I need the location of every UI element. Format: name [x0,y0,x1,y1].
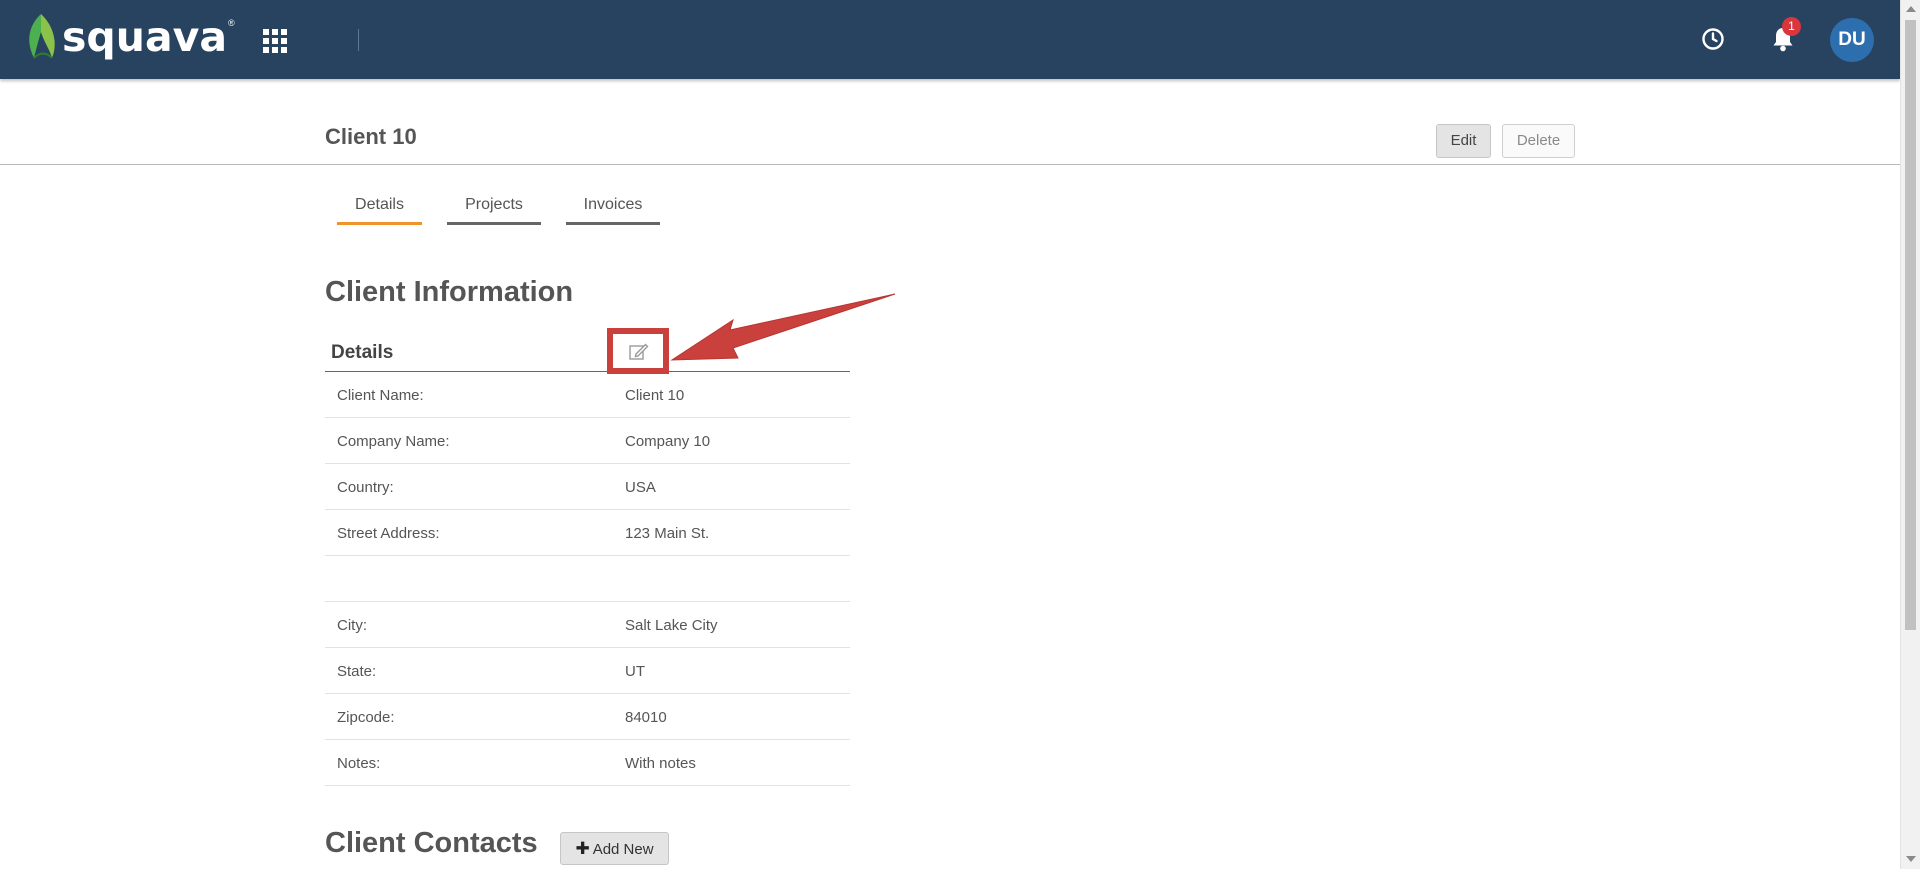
row-label: Client Name: [337,387,424,404]
annotation-arrow-icon [670,293,896,361]
page-title: Client 10 [325,124,417,149]
details-subheading: Details [331,342,394,363]
leaf-logo-icon [29,14,55,59]
row-value: UT [625,663,645,680]
header-divider [0,164,1900,165]
annotation-highlight-box [607,328,669,374]
row-value: Salt Lake City [625,617,718,634]
row-label: Country: [337,479,394,496]
table-row: Client Name: Client 10 [325,372,850,418]
row-label: City: [337,617,367,634]
add-new-label: Add New [592,841,654,858]
table-row [325,556,850,602]
row-label: Zipcode: [337,709,395,726]
row-value: With notes [625,755,696,772]
user-avatar[interactable]: DU [1830,18,1874,62]
add-new-button[interactable]: ✚ Add New [560,832,669,865]
clock-icon[interactable] [1701,27,1725,56]
table-row: Country: USA [325,464,850,510]
row-value: Company 10 [625,433,711,450]
scroll-up-arrow[interactable] [1906,6,1916,12]
row-value: USA [625,479,656,496]
tab-projects[interactable]: Projects [447,196,541,225]
table-row: Company Name: Company 10 [325,418,850,464]
client-details-table: Client Name: Client 10 Company Name: Com… [325,372,850,786]
row-label: Company Name: [337,433,450,450]
plus-icon: ✚ [575,839,590,858]
top-navigation-bar: squava ® 1 DU [0,0,1900,79]
delete-button[interactable]: Delete [1502,124,1575,158]
row-label: Notes: [337,755,381,772]
table-row: Zipcode: 84010 [325,694,850,740]
row-value: Client 10 [625,387,685,404]
edit-button[interactable]: Edit [1436,124,1491,158]
notification-badge: 1 [1782,17,1801,36]
row-value: 123 Main St. [625,525,710,542]
client-contacts-heading: Client Contacts [325,827,538,859]
logo-text: squava [62,13,228,61]
row-label: Street Address: [337,525,440,542]
table-row: City: Salt Lake City [325,602,850,648]
vertical-scrollbar[interactable] [1900,0,1920,869]
tab-details[interactable]: Details [337,196,422,225]
client-information-heading: Client Information [325,276,574,308]
table-row: Street Address: 123 Main St. [325,510,850,556]
registered-mark: ® [228,18,235,28]
row-value: 84010 [625,709,667,726]
tab-invoices[interactable]: Invoices [566,196,660,225]
table-row: Notes: With notes [325,740,850,786]
scroll-thumb[interactable] [1905,20,1916,630]
table-row: State: UT [325,648,850,694]
squava-logo[interactable]: squava ® [24,12,235,62]
scroll-down-arrow[interactable] [1906,856,1916,862]
topbar-divider [358,29,359,51]
edit-icon[interactable] [629,343,649,366]
row-label: State: [337,663,377,680]
